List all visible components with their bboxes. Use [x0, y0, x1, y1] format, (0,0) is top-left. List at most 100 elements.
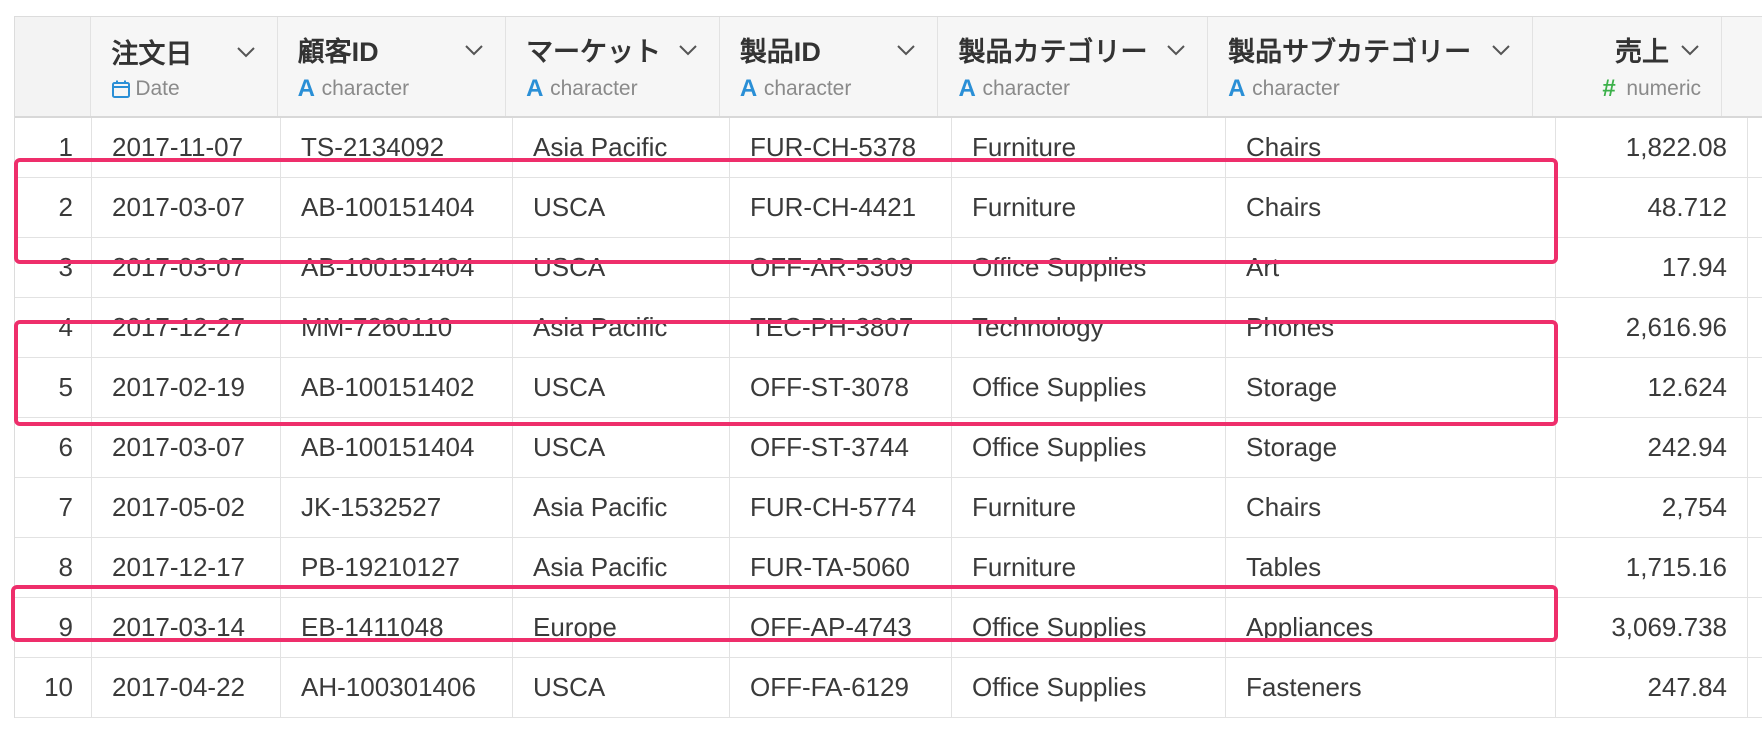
sales-cell[interactable]: 1,822.08 — [1556, 118, 1748, 177]
product-id-cell[interactable]: OFF-AR-5309 — [730, 238, 952, 297]
product-subcategory-cell[interactable]: Art — [1226, 238, 1556, 297]
product-id-cell[interactable]: FUR-CH-5378 — [730, 118, 952, 177]
order-date-cell[interactable]: 2017-03-07 — [92, 238, 281, 297]
chevron-down-icon[interactable] — [235, 41, 257, 63]
order-date-cell[interactable]: 2017-12-17 — [92, 538, 281, 597]
product-category-cell[interactable]: Office Supplies — [952, 598, 1226, 657]
customer-id-cell[interactable]: AH-100301406 — [281, 658, 513, 717]
product-subcategory-cell[interactable]: Tables — [1226, 538, 1556, 597]
column-header-customer-id[interactable]: 顧客ID A character — [278, 17, 507, 116]
table-row[interactable]: 5 2017-02-19 AB-100151402 USCA OFF-ST-3078 Of… — [15, 358, 1762, 418]
product-id-cell[interactable]: TEC-PH-3807 — [730, 298, 952, 357]
product-subcategory-cell[interactable]: Chairs — [1226, 478, 1556, 537]
customer-id-cell[interactable]: AB-100151404 — [281, 178, 513, 237]
table-row[interactable]: 10 2017-04-22 AH-100301406 USCA OFF-FA-6129 O… — [15, 658, 1762, 718]
row-number-cell[interactable]: 5 — [15, 358, 92, 417]
product-subcategory-cell[interactable]: Storage — [1226, 418, 1556, 477]
table-row[interactable]: 6 2017-03-07 AB-100151404 USCA OFF-ST-3744 Of… — [15, 418, 1762, 478]
product-subcategory-cell[interactable]: Appliances — [1226, 598, 1556, 657]
product-category-cell[interactable]: Furniture — [952, 178, 1226, 237]
table-row[interactable]: 2 2017-03-07 AB-100151404 USCA FUR-CH-4421 Fu… — [15, 178, 1762, 238]
market-cell[interactable]: Europe — [513, 598, 730, 657]
product-id-cell[interactable]: FUR-CH-5774 — [730, 478, 952, 537]
product-id-cell[interactable]: FUR-TA-5060 — [730, 538, 952, 597]
sales-cell[interactable]: 242.94 — [1556, 418, 1748, 477]
market-cell[interactable]: USCA — [513, 418, 730, 477]
chevron-down-icon[interactable] — [1490, 39, 1512, 61]
row-number-cell[interactable]: 6 — [15, 418, 92, 477]
column-header-product-subcategory[interactable]: 製品サブカテゴリー A character — [1208, 17, 1533, 116]
product-category-cell[interactable]: Furniture — [952, 538, 1226, 597]
product-category-cell[interactable]: Furniture — [952, 118, 1226, 177]
product-category-cell[interactable]: Office Supplies — [952, 358, 1226, 417]
customer-id-cell[interactable]: MM-7260110 — [281, 298, 513, 357]
table-row[interactable]: 1 2017-11-07 TS-2134092 Asia Pacific FUR-CH-… — [15, 118, 1762, 178]
column-header-product-id[interactable]: 製品ID A character — [720, 17, 939, 116]
order-date-cell[interactable]: 2017-03-07 — [92, 418, 281, 477]
row-number-cell[interactable]: 8 — [15, 538, 92, 597]
table-row[interactable]: 3 2017-03-07 AB-100151404 USCA OFF-AR-5309 Of… — [15, 238, 1762, 298]
product-subcategory-cell[interactable]: Chairs — [1226, 118, 1556, 177]
table-row[interactable]: 9 2017-03-14 EB-1411048 Europe OFF-AP-4743 Of… — [15, 598, 1762, 658]
sales-cell[interactable]: 2,616.96 — [1556, 298, 1748, 357]
chevron-down-icon[interactable] — [895, 39, 917, 61]
product-category-cell[interactable]: Office Supplies — [952, 418, 1226, 477]
product-subcategory-cell[interactable]: Chairs — [1226, 178, 1556, 237]
product-id-cell[interactable]: OFF-AP-4743 — [730, 598, 952, 657]
chevron-down-icon[interactable] — [677, 39, 699, 61]
row-number-cell[interactable]: 10 — [15, 658, 92, 717]
sales-cell[interactable]: 1,715.16 — [1556, 538, 1748, 597]
order-date-cell[interactable]: 2017-02-19 — [92, 358, 281, 417]
product-id-cell[interactable]: OFF-FA-6129 — [730, 658, 952, 717]
table-row[interactable]: 7 2017-05-02 JK-1532527 Asia Pacific FUR-CH-… — [15, 478, 1762, 538]
sales-cell[interactable]: 2,754 — [1556, 478, 1748, 537]
order-date-cell[interactable]: 2017-11-07 — [92, 118, 281, 177]
market-cell[interactable]: USCA — [513, 358, 730, 417]
chevron-down-icon[interactable] — [1679, 39, 1701, 61]
customer-id-cell[interactable]: JK-1532527 — [281, 478, 513, 537]
row-number-cell[interactable]: 2 — [15, 178, 92, 237]
order-date-cell[interactable]: 2017-03-07 — [92, 178, 281, 237]
market-cell[interactable]: USCA — [513, 178, 730, 237]
row-number-cell[interactable]: 4 — [15, 298, 92, 357]
chevron-down-icon[interactable] — [463, 39, 485, 61]
product-id-cell[interactable]: OFF-ST-3078 — [730, 358, 952, 417]
market-cell[interactable]: Asia Pacific — [513, 118, 730, 177]
table-row[interactable]: 8 2017-12-17 PB-19210127 Asia Pacific FUR-TA… — [15, 538, 1762, 598]
market-cell[interactable]: Asia Pacific — [513, 478, 730, 537]
product-category-cell[interactable]: Furniture — [952, 478, 1226, 537]
table-row[interactable]: 4 2017-12-27 MM-7260110 Asia Pacific TEC-PH-… — [15, 298, 1762, 358]
customer-id-cell[interactable]: PB-19210127 — [281, 538, 513, 597]
product-subcategory-cell[interactable]: Fasteners — [1226, 658, 1556, 717]
column-header-product-category[interactable]: 製品カテゴリー A character — [938, 17, 1209, 116]
product-category-cell[interactable]: Office Supplies — [952, 658, 1226, 717]
customer-id-cell[interactable]: AB-100151404 — [281, 238, 513, 297]
customer-id-cell[interactable]: EB-1411048 — [281, 598, 513, 657]
column-header-market[interactable]: マーケット A character — [506, 17, 720, 116]
row-number-cell[interactable]: 7 — [15, 478, 92, 537]
order-date-cell[interactable]: 2017-04-22 — [92, 658, 281, 717]
product-category-cell[interactable]: Technology — [952, 298, 1226, 357]
market-cell[interactable]: Asia Pacific — [513, 298, 730, 357]
market-cell[interactable]: Asia Pacific — [513, 538, 730, 597]
order-date-cell[interactable]: 2017-05-02 — [92, 478, 281, 537]
product-subcategory-cell[interactable]: Phones — [1226, 298, 1556, 357]
market-cell[interactable]: USCA — [513, 658, 730, 717]
column-header-order-date[interactable]: 注文日 Date — [91, 17, 278, 116]
market-cell[interactable]: USCA — [513, 238, 730, 297]
customer-id-cell[interactable]: AB-100151404 — [281, 418, 513, 477]
product-id-cell[interactable]: FUR-CH-4421 — [730, 178, 952, 237]
sales-cell[interactable]: 12.624 — [1556, 358, 1748, 417]
row-number-cell[interactable]: 9 — [15, 598, 92, 657]
row-number-cell[interactable]: 3 — [15, 238, 92, 297]
product-category-cell[interactable]: Office Supplies — [952, 238, 1226, 297]
product-subcategory-cell[interactable]: Storage — [1226, 358, 1556, 417]
row-number-cell[interactable]: 1 — [15, 118, 92, 177]
chevron-down-icon[interactable] — [1165, 39, 1187, 61]
product-id-cell[interactable]: OFF-ST-3744 — [730, 418, 952, 477]
column-header-sales[interactable]: 売上 # numeric — [1533, 17, 1723, 116]
sales-cell[interactable]: 247.84 — [1556, 658, 1748, 717]
customer-id-cell[interactable]: AB-100151402 — [281, 358, 513, 417]
sales-cell[interactable]: 48.712 — [1556, 178, 1748, 237]
order-date-cell[interactable]: 2017-03-14 — [92, 598, 281, 657]
